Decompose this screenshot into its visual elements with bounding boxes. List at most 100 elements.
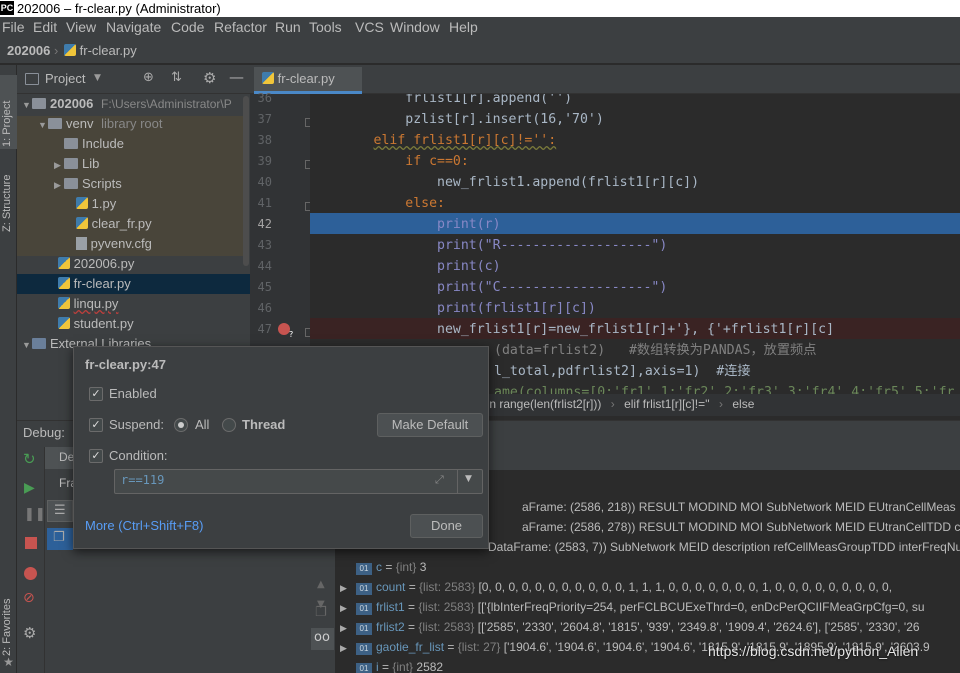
- editor-tab-fr-clear[interactable]: fr-clear.py: [254, 67, 362, 94]
- menu-bar: File Edit View Navigate Code Refactor Ru…: [0, 17, 960, 39]
- pycharm-app-icon: PC: [0, 1, 14, 15]
- gear-icon[interactable]: ⚙: [23, 624, 36, 642]
- pause-icon[interactable]: ❚❚: [24, 507, 46, 522]
- breakpoint-popup: fr-clear.py:47 ✓ Enabled ✓ Suspend: All …: [73, 346, 489, 549]
- frames-button[interactable]: ☰: [47, 500, 73, 522]
- suspend-thread-label: Thread: [242, 417, 286, 432]
- tree-item-student[interactable]: student.py: [58, 314, 134, 334]
- crumb-else[interactable]: else: [732, 397, 754, 411]
- condition-field[interactable]: r==119 ⤢ ▼: [114, 469, 483, 494]
- python-file-icon: [64, 44, 76, 56]
- make-default-button[interactable]: Make Default: [377, 413, 483, 437]
- mute-breakpoints-icon[interactable]: ⊘: [23, 590, 35, 606]
- enabled-checkbox[interactable]: ✓: [89, 387, 103, 401]
- tree-item-label: Scripts: [82, 176, 122, 191]
- tree-item-1py[interactable]: 1.py: [76, 194, 116, 214]
- menu-code[interactable]: Code: [171, 19, 204, 35]
- view-breakpoints-icon[interactable]: [24, 567, 37, 580]
- tree-item-fr-clear[interactable]: fr-clear.py: [58, 274, 131, 294]
- menu-file[interactable]: File: [2, 19, 25, 35]
- python-file-icon: [76, 197, 88, 209]
- python-file-icon: [76, 217, 88, 229]
- resume-icon[interactable]: ▶: [24, 480, 35, 496]
- variable-row-partial[interactable]: aFrame: (2586, 278)) RESULT MODIND MOI S…: [522, 517, 960, 537]
- more-link[interactable]: More (Ctrl+Shift+F8): [85, 518, 203, 533]
- chevron-down-icon[interactable]: ▼: [94, 73, 101, 83]
- watch-glasses-icon[interactable]: oo: [311, 628, 334, 650]
- folder-icon: [64, 158, 78, 169]
- tool-tab-structure[interactable]: Z: Structure: [1, 160, 16, 232]
- debugger-tab[interactable]: De: [45, 447, 75, 469]
- tree-item-linqu[interactable]: linqu.py: [58, 294, 118, 314]
- menu-view[interactable]: View: [66, 19, 96, 35]
- menu-help[interactable]: Help: [449, 19, 478, 35]
- tool-tab-favorites[interactable]: 2: Favorites: [1, 590, 16, 656]
- line-number: 39: [257, 154, 272, 168]
- expand-arrow-icon[interactable]: ▶: [340, 578, 356, 598]
- tool-tab-project[interactable]: 1: Project: [1, 77, 16, 147]
- menu-run[interactable]: Run: [275, 19, 301, 35]
- project-scrollbar[interactable]: [243, 96, 249, 266]
- gear-icon[interactable]: ⚙: [203, 69, 216, 87]
- variable-row-count[interactable]: ▶ 01 count = {list: 2583} [0, 0, 0, 0, 0, …: [340, 577, 892, 597]
- done-button[interactable]: Done: [410, 514, 483, 538]
- expand-field-icon[interactable]: ⤢: [435, 473, 444, 487]
- folder-icon: [64, 138, 78, 149]
- tree-item-202006[interactable]: ▼ 202006 F:\Users\Administrator\P: [22, 94, 232, 114]
- suspend-thread-radio[interactable]: [222, 418, 236, 432]
- variable-row-frlist2[interactable]: ▶ 01 frlist2 = {list: 2583} [['2585', '233…: [340, 617, 920, 637]
- tree-item-include[interactable]: Include: [64, 134, 124, 154]
- crumb-for-loop[interactable]: r c in range(len(frlist2[r])): [470, 397, 601, 411]
- selected-row-bg: [17, 274, 250, 294]
- code-line-39: if c==0:: [405, 154, 469, 169]
- minimize-icon[interactable]: —: [229, 68, 244, 86]
- crumb-elif[interactable]: elif frlist1[r][c]!='': [624, 397, 710, 411]
- python-file-icon: [58, 257, 70, 269]
- menu-tools[interactable]: Tools: [309, 19, 342, 35]
- tree-item-pyvenv[interactable]: pyvenv.cfg: [76, 234, 152, 254]
- copy-icon[interactable]: ❐: [315, 605, 327, 620]
- frame-item-selected[interactable]: ❐: [47, 528, 73, 550]
- chevron-right-icon: ›: [719, 397, 724, 411]
- breadcrumb-project[interactable]: 202006: [7, 43, 50, 58]
- tree-item-scripts[interactable]: ▶ Scripts: [54, 174, 122, 194]
- suspend-checkbox[interactable]: ✓: [89, 418, 103, 432]
- menu-window[interactable]: Window: [390, 19, 440, 35]
- history-dropdown-icon[interactable]: ▼: [465, 474, 472, 484]
- line-number: 40: [257, 175, 272, 189]
- menu-refactor[interactable]: Refactor: [214, 19, 267, 35]
- tree-item-lib[interactable]: ▶ Lib: [54, 154, 99, 174]
- condition-marker-icon: ?: [289, 330, 294, 339]
- popup-title: fr-clear.py:47: [85, 357, 166, 372]
- menu-edit[interactable]: Edit: [33, 19, 57, 35]
- tree-item-202006-py[interactable]: 202006.py: [58, 254, 134, 274]
- tree-item-venv[interactable]: ▼ venv library root: [38, 114, 163, 134]
- menu-vcs[interactable]: VCS: [355, 19, 384, 35]
- breadcrumb-file[interactable]: fr-clear.py: [64, 43, 137, 58]
- locate-target-icon[interactable]: ⊕: [143, 70, 154, 85]
- expand-arrow-icon[interactable]: ▶: [340, 598, 356, 618]
- project-panel-title[interactable]: Project: [45, 71, 85, 86]
- variable-row-c[interactable]: 01 c = {int} 3: [340, 557, 426, 577]
- star-icon[interactable]: ★: [2, 655, 15, 669]
- tree-item-clear-fr[interactable]: clear_fr.py: [76, 214, 152, 234]
- watermark: https://blog.csdn.net/python_Allen: [708, 643, 919, 659]
- collapse-all-icon[interactable]: ⇅: [171, 70, 182, 85]
- expand-arrow-icon[interactable]: ▶: [340, 618, 356, 638]
- arrow-up-icon[interactable]: ▲: [317, 579, 325, 590]
- tree-item-label: 202006: [50, 96, 94, 111]
- variable-row-i[interactable]: 01 i = {int} 2582: [340, 657, 443, 673]
- suspend-all-radio[interactable]: [174, 418, 188, 432]
- editor-tab-label: fr-clear.py: [277, 71, 335, 86]
- folder-icon: [64, 178, 78, 189]
- expand-arrow-icon: ▶: [54, 180, 61, 190]
- menu-navigate[interactable]: Navigate: [106, 19, 161, 35]
- variable-row-frlist1[interactable]: ▶ 01 frlist1 = {list: 2583} [['{lbInterFre…: [340, 597, 925, 617]
- condition-checkbox[interactable]: ✓: [89, 449, 103, 463]
- variable-row-partial[interactable]: DataFrame: (2583, 7)) SubNetwork MEID de…: [488, 537, 960, 557]
- stop-icon[interactable]: [25, 537, 37, 549]
- expand-arrow-icon[interactable]: ▶: [340, 638, 356, 658]
- rerun-icon[interactable]: ↻: [23, 450, 36, 468]
- tree-item-label: linqu.py: [73, 296, 119, 311]
- variable-row-partial[interactable]: aFrame: (2586, 218)) RESULT MODIND MOI S…: [522, 497, 956, 517]
